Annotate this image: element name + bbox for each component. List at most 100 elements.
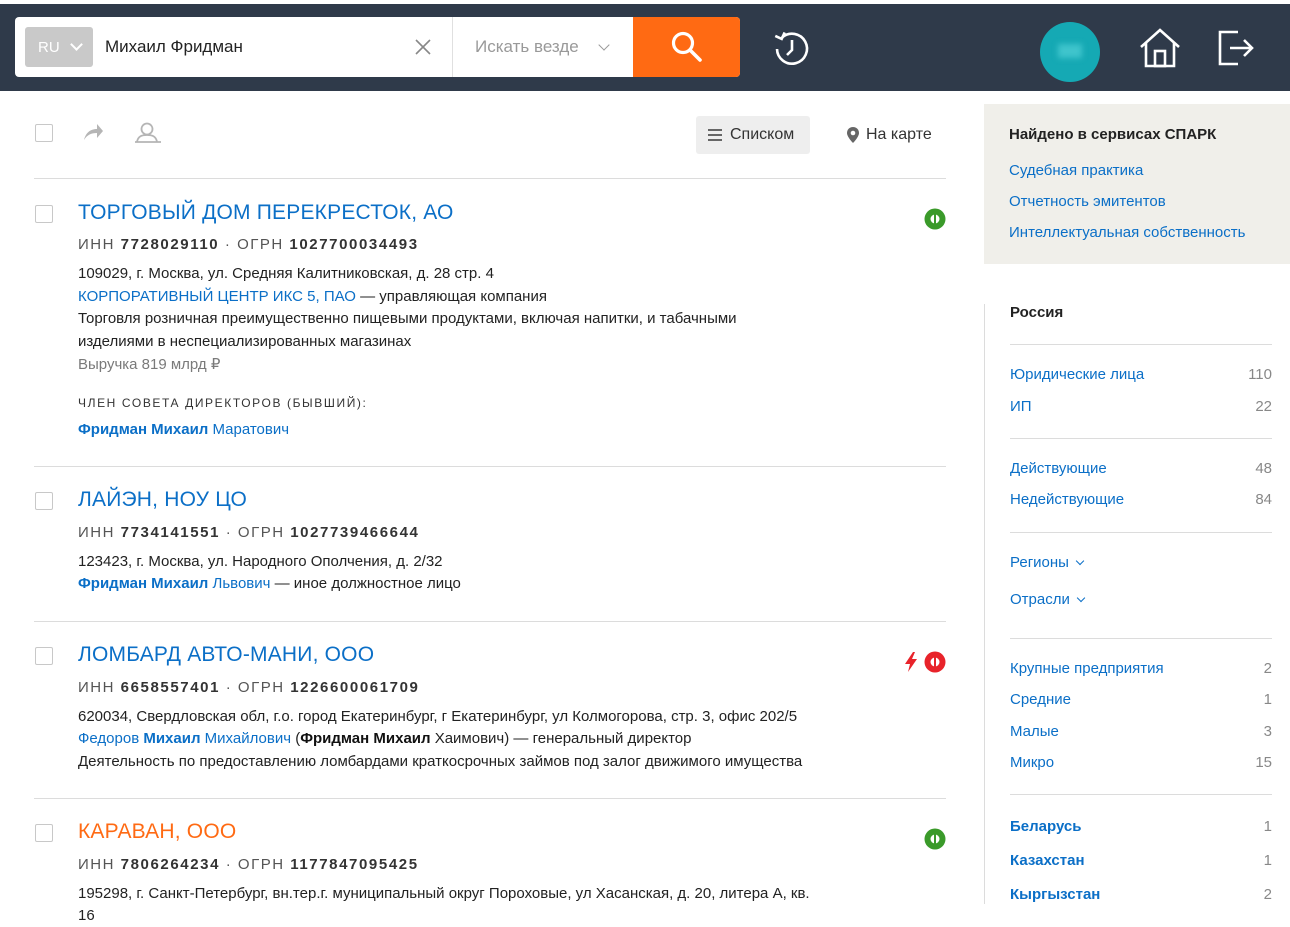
monitoring-icon[interactable] — [134, 120, 162, 144]
list-icon — [708, 129, 722, 141]
filter-active[interactable]: Действующие 48 — [1010, 460, 1272, 477]
search-scope-label: Искать везде — [475, 37, 579, 56]
search-divider — [452, 17, 453, 77]
divider — [1010, 638, 1272, 639]
filter-country-kazakhstan[interactable]: Казахстан 1 — [1010, 852, 1272, 869]
chevron-down-icon — [1076, 593, 1086, 602]
top-header: RU Искать везде — [0, 0, 1290, 91]
filter-regions-dropdown[interactable]: Регионы — [1010, 554, 1085, 571]
divider — [1010, 438, 1272, 439]
inn-value: 7734141551 — [120, 524, 221, 541]
inn-value: 6658557401 — [120, 679, 221, 696]
role-label: ЧЛЕН СОВЕТА ДИРЕКТОРОВ (БЫВШИЙ): — [78, 396, 368, 410]
divider — [34, 178, 946, 179]
filter-size-large[interactable]: Крупные предприятия 2 — [1010, 660, 1272, 677]
result-checkbox[interactable] — [35, 647, 53, 665]
status-inactive-icon — [924, 651, 946, 673]
filter-industries-dropdown[interactable]: Отрасли — [1010, 591, 1086, 608]
search-scope-select[interactable]: Искать везде — [475, 27, 615, 67]
search-icon — [671, 31, 702, 62]
person-line: Федоров Михаил Михайлович (Фридман Михаи… — [78, 730, 692, 747]
clear-icon[interactable] — [413, 37, 433, 57]
view-map-button[interactable]: На карте — [846, 116, 932, 154]
divider — [34, 621, 946, 622]
person-link[interactable]: Федоров Михаил Михайлович — [78, 730, 291, 747]
chevron-down-icon — [1075, 556, 1085, 565]
search-bar: RU Искать везде — [15, 17, 740, 77]
ogrn-value: 1177847095425 — [290, 856, 419, 873]
company-ids: ИНН 7728029110 · ОГРН 1027700034493 — [78, 236, 419, 253]
filter-size-medium[interactable]: Средние 1 — [1010, 691, 1272, 708]
divider — [1010, 794, 1272, 795]
share-icon[interactable] — [82, 122, 104, 142]
revenue-text: Выручка 819 млрд ₽ — [78, 356, 221, 373]
company-address: 109029, г. Москва, ул. Средняя Калитнико… — [78, 265, 494, 282]
filter-legal-entities[interactable]: Юридические лица 110 — [1010, 366, 1272, 383]
company-title-link[interactable]: ТОРГОВЫЙ ДОМ ПЕРЕКРЕСТОК, АО — [78, 201, 454, 225]
divider — [34, 466, 946, 467]
person-link[interactable]: Фридман Михаил Маратович — [78, 421, 289, 438]
select-all-checkbox[interactable] — [35, 124, 53, 142]
search-input[interactable] — [105, 27, 405, 67]
person-link[interactable]: Фридман Михаил Львович — [78, 575, 270, 592]
company-ids: ИНН 7734141551 · ОГРН 1027739466644 — [78, 524, 420, 541]
activity-text: Торговля розничная преимущественно пищев… — [78, 310, 737, 327]
activity-text: изделиями в неспециализированных магазин… — [78, 333, 412, 350]
company-address: 123423, г. Москва, ул. Народного Ополчен… — [78, 553, 443, 570]
management-company-link[interactable]: КОРПОРАТИВНЫЙ ЦЕНТР ИКС 5, ПАО — [78, 288, 356, 305]
company-address: 16 — [78, 907, 95, 924]
filter-country-belarus[interactable]: Беларусь 1 — [1010, 818, 1272, 835]
filter-heading: Россия — [1010, 304, 1064, 321]
filter-country-kyrgyzstan[interactable]: Кыргызстан 2 — [1010, 886, 1272, 903]
search-button[interactable] — [633, 17, 740, 77]
spark-services-panel: Найдено в сервисах СПАРК Судебная практи… — [984, 104, 1290, 264]
divider — [1010, 532, 1272, 533]
filter-inactive[interactable]: Недействующие 84 — [1010, 491, 1272, 508]
status-active-icon — [924, 828, 946, 850]
ogrn-value: 1027739466644 — [290, 524, 420, 541]
view-list-label: Списком — [730, 126, 795, 143]
filters-panel: Россия Юридические лица 110 ИП 22 Действую… — [984, 304, 1290, 904]
map-pin-icon — [847, 127, 859, 143]
inn-label: ИНН — [78, 236, 115, 253]
company-ids: ИНН 7806264234 · ОГРН 1177847095425 — [78, 856, 419, 873]
spark-link-court[interactable]: Судебная практика — [1009, 162, 1143, 179]
language-label: RU — [38, 38, 60, 56]
company-ids: ИНН 6658557401 · ОГРН 1226600061709 — [78, 679, 420, 696]
activity-text: Деятельность по предоставлению ломбардам… — [78, 753, 803, 770]
chevron-down-icon — [598, 39, 610, 51]
home-icon[interactable] — [1138, 26, 1182, 70]
view-list-button[interactable]: Списком — [696, 116, 810, 154]
spark-title: Найдено в сервисах СПАРК — [1009, 126, 1217, 143]
ogrn-label: ОГРН — [237, 856, 285, 873]
company-address: 620034, Свердловская обл, г.о. город Ека… — [78, 708, 798, 725]
ogrn-label: ОГРН — [237, 236, 284, 253]
inn-label: ИНН — [78, 679, 115, 696]
language-select[interactable]: RU — [25, 27, 93, 67]
company-title-link[interactable]: КАРАВАН, ООО — [78, 820, 236, 844]
inn-value: 7728029110 — [120, 236, 220, 253]
history-icon[interactable] — [768, 26, 814, 72]
avatar[interactable] — [1040, 22, 1100, 82]
spark-link-ip[interactable]: Интеллектуальная собственность — [1009, 224, 1245, 241]
status-active-icon — [924, 208, 946, 230]
divider — [1010, 344, 1272, 345]
logout-icon[interactable] — [1216, 28, 1256, 68]
spark-link-reports[interactable]: Отчетность эмитентов — [1009, 193, 1166, 210]
company-title-link[interactable]: ЛОМБАРД АВТО-МАНИ, ООО — [78, 643, 374, 667]
company-title-link[interactable]: ЛАЙЭН, НОУ ЦО — [78, 488, 247, 512]
company-address: 195298, г. Санкт-Петербург, вн.тер.г. му… — [78, 885, 810, 902]
management-line: КОРПОРАТИВНЫЙ ЦЕНТР ИКС 5, ПАО — управля… — [78, 288, 547, 305]
lightning-icon — [905, 652, 917, 672]
chevron-down-icon — [69, 38, 83, 51]
ogrn-label: ОГРН — [237, 679, 285, 696]
filter-ip[interactable]: ИП 22 — [1010, 398, 1272, 415]
view-map-label: На карте — [866, 126, 932, 143]
inn-value: 7806264234 — [120, 856, 221, 873]
ogrn-label: ОГРН — [237, 524, 285, 541]
result-checkbox[interactable] — [35, 824, 53, 842]
result-checkbox[interactable] — [35, 205, 53, 223]
result-checkbox[interactable] — [35, 492, 53, 510]
filter-size-micro[interactable]: Микро 15 — [1010, 754, 1272, 771]
filter-size-small[interactable]: Малые 3 — [1010, 723, 1272, 740]
